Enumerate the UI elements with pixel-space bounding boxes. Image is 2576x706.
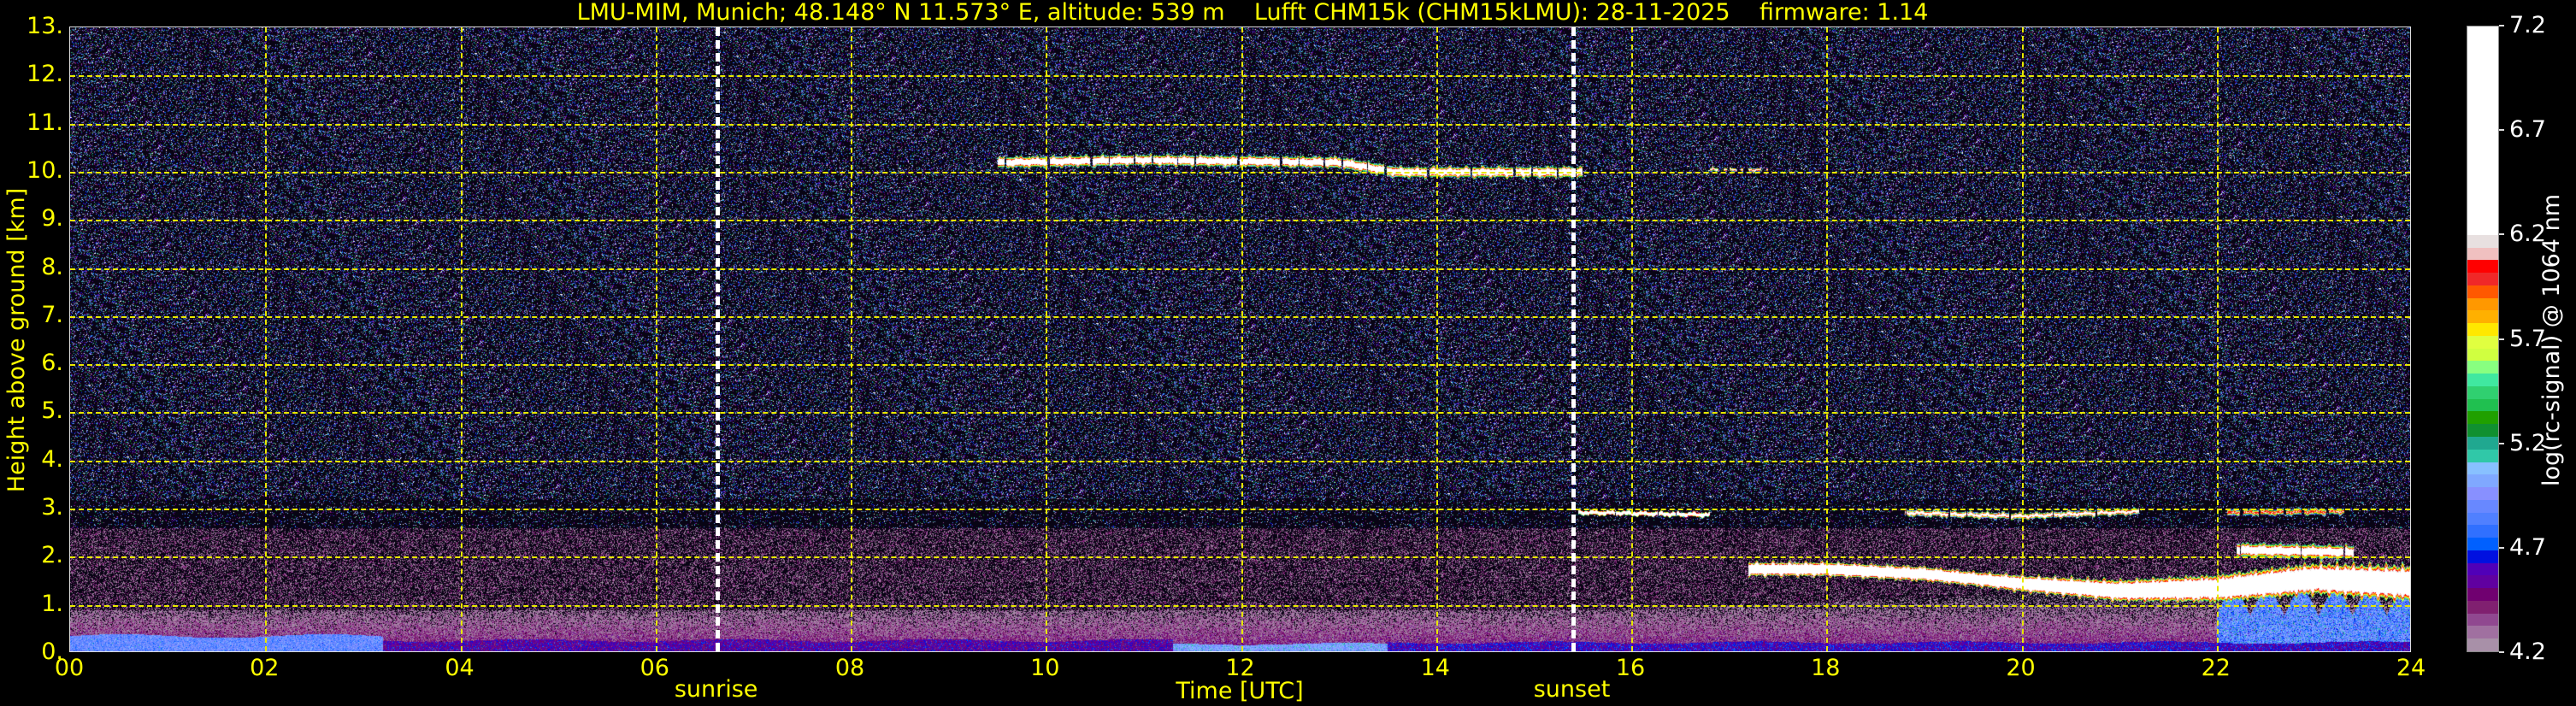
colorbar-swatch	[2467, 374, 2498, 386]
gridline-horizontal	[70, 75, 2410, 78]
colorbar-tick-label: 7.2	[2509, 12, 2546, 38]
colorbar-swatch	[2467, 626, 2498, 639]
gridline-vertical	[1241, 27, 1243, 651]
x-tick-label: 04	[445, 655, 475, 681]
colorbar-swatch	[2467, 613, 2498, 627]
colorbar-swatch	[2467, 323, 2498, 336]
gridline-vertical	[265, 27, 268, 651]
colorbar-swatch	[2467, 234, 2498, 248]
colorbar-tick	[2499, 25, 2504, 26]
colorbar-swatch	[2467, 449, 2498, 462]
gridline-horizontal	[70, 364, 2410, 367]
sunrise-label: sunrise	[674, 676, 758, 703]
x-tick-label: 10	[1030, 655, 1060, 681]
colorbar-swatch	[2467, 487, 2498, 500]
gridline-vertical	[460, 27, 463, 651]
gridline-vertical	[1046, 27, 1048, 651]
colorbar-swatch	[2467, 297, 2498, 311]
colorbar-swatch	[2467, 273, 2498, 285]
colorbar	[2467, 26, 2499, 652]
colorbar-tick-label: 6.7	[2509, 116, 2546, 144]
gridline-vertical	[655, 27, 657, 651]
gridline-horizontal	[70, 220, 2410, 222]
gridline-vertical	[1826, 27, 1829, 651]
y-tick-label: 11.	[27, 109, 63, 136]
colorbar-tick	[2499, 442, 2504, 444]
gridline-horizontal	[70, 171, 2410, 174]
colorbar-swatch	[2467, 588, 2498, 601]
colorbar-swatch	[2467, 538, 2498, 550]
colorbar-swatch	[2467, 26, 2498, 235]
plot-area	[69, 26, 2411, 652]
gridline-vertical	[1435, 27, 1438, 651]
colorbar-tick	[2499, 233, 2504, 236]
colorbar-tick-label: 4.7	[2509, 533, 2546, 561]
chart-title: LMU-MIM, Munich; 48.148° N 11.573° E, al…	[576, 0, 1929, 26]
gridline-horizontal	[70, 509, 2410, 511]
gridline-vertical	[851, 27, 852, 651]
y-tick-label: 2.	[41, 542, 63, 569]
colorbar-tick-label: 4.2	[2509, 638, 2546, 665]
colorbar-tick	[2499, 546, 2504, 549]
colorbar-swatch	[2467, 398, 2498, 412]
x-tick-label: 00	[54, 655, 85, 681]
gridline-vertical	[2216, 27, 2219, 651]
gridline-horizontal	[70, 315, 2410, 318]
colorbar-tick	[2499, 338, 2504, 340]
gridline-horizontal	[70, 412, 2410, 415]
colorbar-swatch	[2467, 562, 2498, 576]
y-tick-label: 13.	[27, 13, 63, 39]
colorbar-swatch	[2467, 600, 2498, 614]
x-tick-label: 14	[1420, 655, 1450, 681]
colorbar-swatch	[2467, 335, 2498, 349]
colorbar-swatch	[2467, 512, 2498, 526]
x-tick-label: 24	[2396, 655, 2426, 681]
colorbar-swatch	[2467, 638, 2498, 651]
x-tick-label: 18	[1811, 655, 1841, 681]
colorbar-swatch	[2467, 550, 2498, 563]
colorbar-swatch	[2467, 474, 2498, 488]
colorbar-swatch	[2467, 525, 2498, 538]
sunset-line	[1571, 27, 1576, 651]
colorbar-label: log(rc-signal) @ 1064 nm	[2538, 193, 2565, 487]
sunset-label: sunset	[1533, 676, 1611, 703]
colorbar-swatch	[2467, 499, 2498, 513]
colorbar-swatch	[2467, 575, 2498, 589]
colorbar-swatch	[2467, 411, 2498, 425]
y-tick-label: 1.	[41, 590, 63, 617]
colorbar-swatch	[2467, 436, 2498, 450]
colorbar-swatch	[2467, 310, 2498, 324]
colorbar-swatch	[2467, 260, 2498, 274]
x-tick-label: 02	[250, 655, 280, 681]
colorbar-swatch	[2467, 385, 2498, 399]
y-tick-label: 12.	[27, 61, 63, 88]
colorbar-swatch	[2467, 247, 2498, 261]
colorbar-swatch	[2467, 424, 2498, 437]
colorbar-swatch	[2467, 348, 2498, 362]
x-tick-label: 22	[2201, 655, 2231, 681]
sunrise-line	[715, 27, 720, 651]
x-tick-label: 20	[2006, 655, 2036, 681]
gridline-horizontal	[70, 123, 2410, 126]
x-axis-label: Time [UTC]	[1176, 678, 1304, 704]
gridline-horizontal	[70, 268, 2410, 270]
gridline-horizontal	[70, 604, 2410, 607]
colorbar-tick	[2499, 651, 2504, 653]
gridline-horizontal	[70, 460, 2410, 462]
y-axis-label: Height above ground [km]	[3, 187, 30, 493]
gridline-vertical	[2021, 27, 2024, 651]
colorbar-swatch	[2467, 462, 2498, 475]
colorbar-swatch	[2467, 361, 2498, 374]
gridline-horizontal	[70, 556, 2410, 559]
x-tick-label: 08	[834, 655, 865, 681]
gridline-vertical	[1631, 27, 1633, 651]
colorbar-swatch	[2467, 285, 2498, 298]
colorbar-tick	[2499, 129, 2504, 132]
